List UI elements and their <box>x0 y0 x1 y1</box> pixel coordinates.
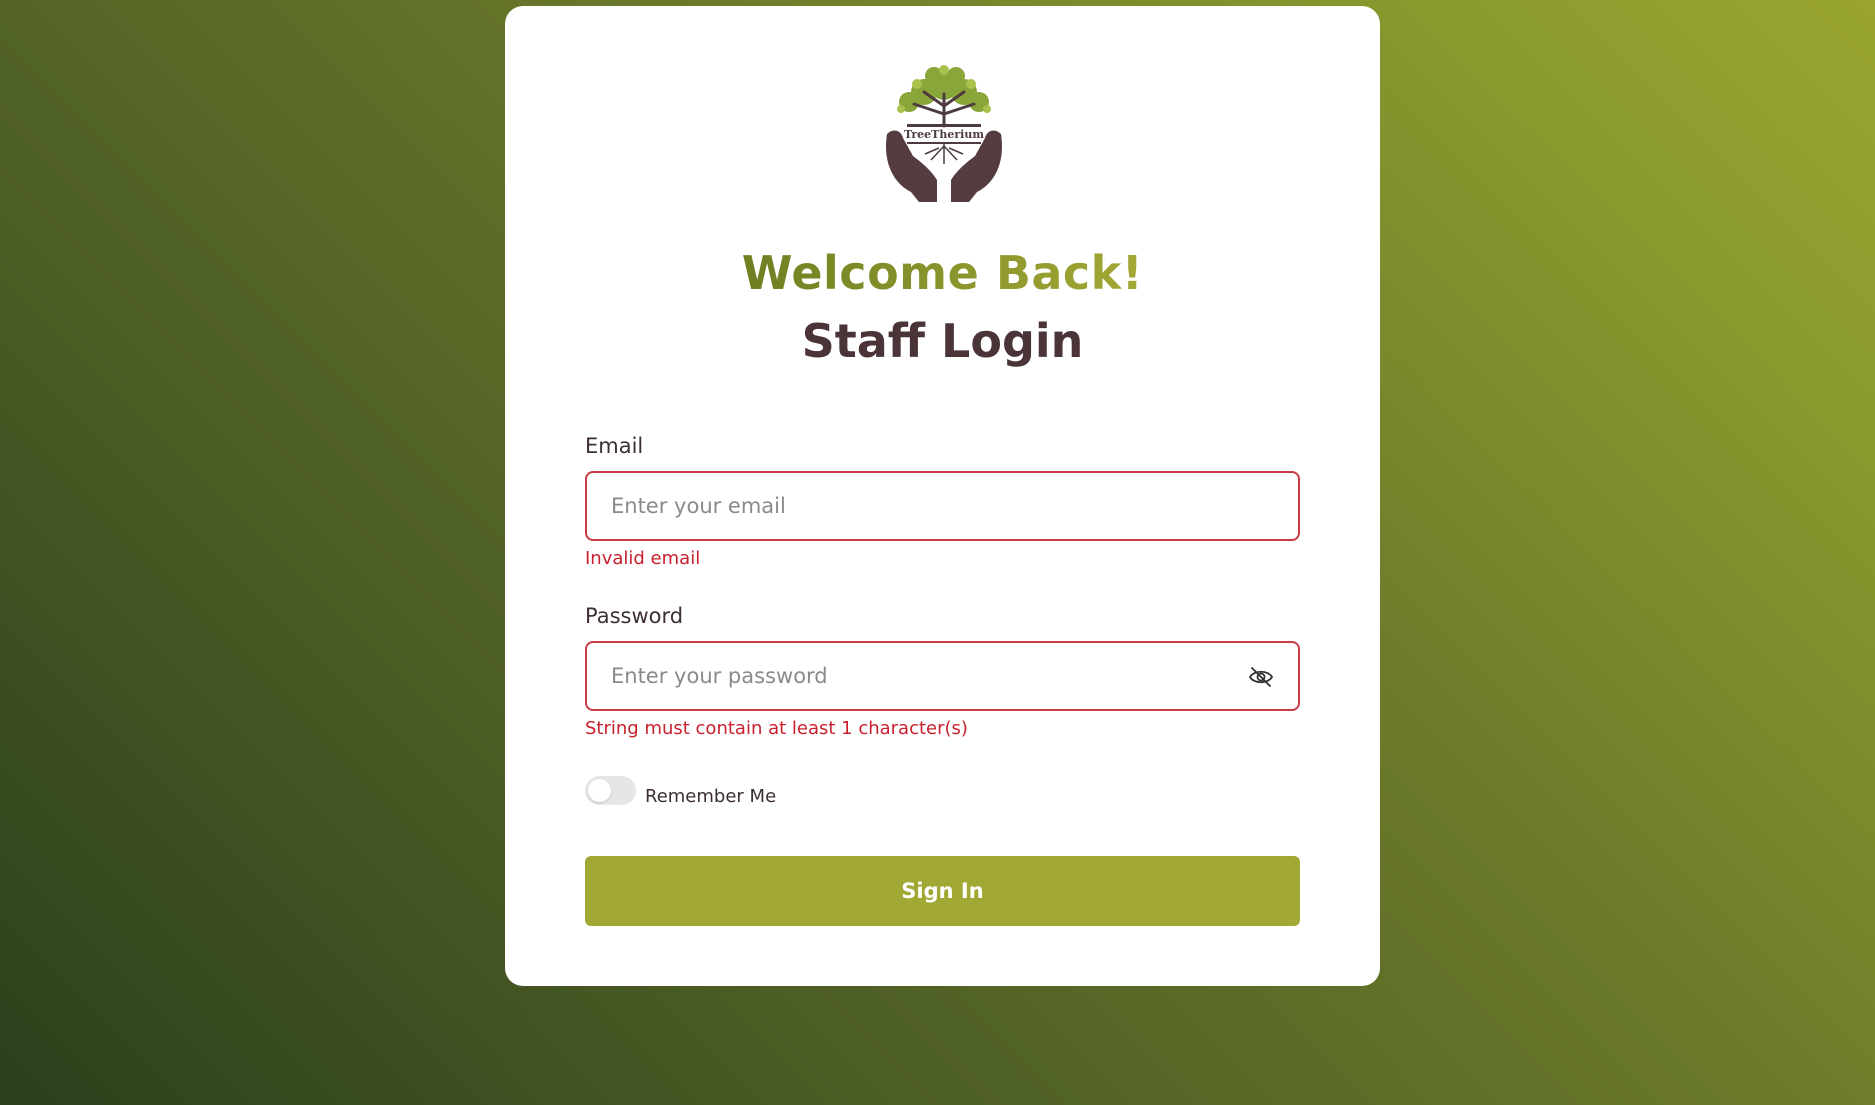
remember-me-label: Remember Me <box>645 786 777 807</box>
eye-off-icon[interactable] <box>1248 665 1274 689</box>
login-card: TreeTherium Welcome Back! Staff Login Em… <box>505 6 1380 986</box>
email-input[interactable] <box>587 473 1207 539</box>
treetherium-logo: TreeTherium <box>886 65 1002 202</box>
email-label: Email <box>585 434 644 458</box>
password-label: Password <box>585 604 684 628</box>
welcome-heading: Welcome Back! <box>505 246 1380 301</box>
remember-me-toggle[interactable] <box>585 776 636 805</box>
email-error: Invalid email <box>585 548 701 569</box>
toggle-knob <box>588 779 611 802</box>
password-input[interactable] <box>587 643 1207 709</box>
email-field-container <box>585 471 1300 541</box>
page-title: Staff Login <box>801 314 1084 368</box>
welcome-text: Welcome Back! <box>741 246 1144 300</box>
password-field-container <box>585 641 1300 711</box>
sign-in-button[interactable]: Sign In <box>585 856 1300 926</box>
logo-text: TreeTherium <box>904 128 984 141</box>
password-error: String must contain at least 1 character… <box>585 718 968 739</box>
